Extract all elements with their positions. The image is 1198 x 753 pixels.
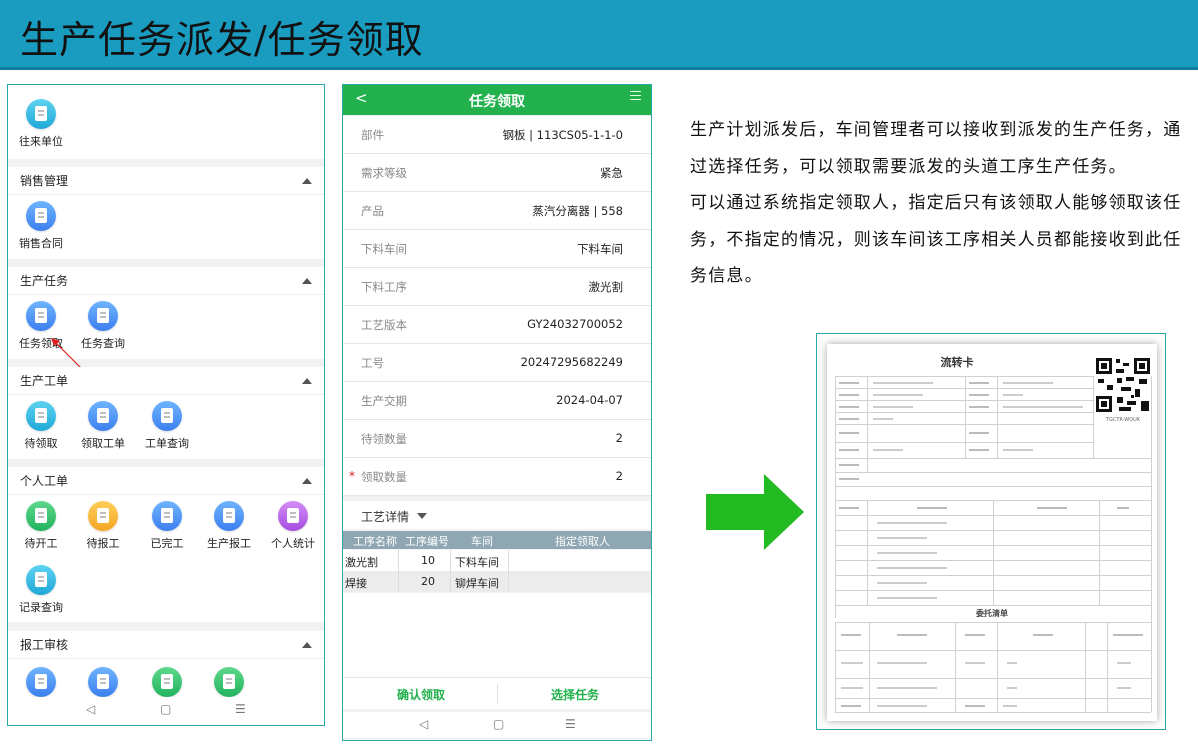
process-table-header: 工序名称 工序编号 车间 指定领取人 [343,531,651,549]
section-title[interactable]: 报工审核 [8,631,324,659]
nav-back-icon[interactable]: ◁ [86,702,95,716]
description-paragraph-2: 可以通过系统指定领取人，指定后只有该领取人能够领取该任务，不指定的情况，则该车间… [690,193,1182,286]
qr-caption: TGCTR-WOUK [1105,417,1141,423]
menu-item-completed[interactable]: 已完工 [136,501,198,551]
task-search-icon [88,301,118,331]
section-work-order: 生产工单 待领取 领取工单 工单查询 [8,367,324,459]
field-priority: 需求等级 紧急 [343,154,651,192]
field-due-date: 生产交期 2024-04-07 [343,382,651,420]
menu-item-review-1[interactable] [10,667,72,697]
section-title[interactable]: 个人工单 [8,467,324,495]
field-product: 产品 蒸汽分离器 | 558 [343,192,651,230]
transfer-card: 流转卡 TGCTR-WOUK 委托清单 [827,344,1157,721]
collapse-arrow-icon[interactable] [302,178,312,184]
field-workshop: 下料车间 下料车间 [343,230,651,268]
menu-phone-screen: 往来单位 销售管理 销售合同 生产任务 任务领取 任务查询 生产工单 待领取 领… [7,84,325,726]
select-task-button[interactable]: 选择任务 [551,686,599,703]
section-title[interactable]: 生产任务 [8,267,324,295]
section-personal-order: 个人工单 待开工 待报工 已完工 生产报工 个人统计 记录查询 [8,467,324,622]
header-banner: 生产任务派发/任务领取 [0,0,1198,70]
top-section: 往来单位 [8,85,324,159]
nav-menu-icon[interactable]: ☰ [235,702,246,716]
page-title: 生产任务派发/任务领取 [20,18,424,62]
screen-title: 任务领取 [469,94,525,110]
section-production-task: 生产任务 任务领取 任务查询 [8,267,324,382]
section-title[interactable]: 销售管理 [8,167,324,195]
confirm-receive-button[interactable]: 确认领取 [397,686,445,703]
system-nav-bar: ◁ ▢ ☰ [343,712,651,738]
menu-item-to-start[interactable]: 待开工 [10,501,72,551]
field-craft-version: 工艺版本 GY24032700052 [343,306,651,344]
task-done-icon [152,501,182,531]
nav-home-icon[interactable]: ▢ [160,702,171,716]
font-icon [26,667,56,697]
menu-item-production-report[interactable]: 生产报工 [198,501,260,551]
image-doc-icon [152,667,182,697]
section-sales: 销售管理 销售合同 [8,167,324,259]
collapse-arrow-icon[interactable] [302,642,312,648]
task-receive-screen: < 任务领取 部件 钢板 | 113CS05-1-1-0 需求等级 紧急 产品 蒸汽分… [342,84,652,741]
menu-item-to-report[interactable]: 待报工 [72,501,134,551]
menu-item-personal-stats[interactable]: 个人统计 [262,501,324,551]
field-pending-qty: 待领数量 2 [343,420,651,458]
system-nav-bar: ◁ ▢ ☰ [8,697,324,723]
dropdown-arrow-icon[interactable] [417,513,427,519]
nav-back-icon[interactable]: ◁ [419,717,428,731]
description-text: 生产计划派发后，车间管理者可以接收到派发的生产任务，通过选择任务，可以领取需要派… [690,112,1185,295]
field-part: 部件 钢板 | 113CS05-1-1-0 [343,116,651,154]
doc-record-icon [26,565,56,595]
doc-review-icon [88,667,118,697]
nav-menu-icon[interactable]: ☰ [565,717,576,731]
collapse-arrow-icon[interactable] [302,478,312,484]
clipboard-icon [214,501,244,531]
card-section-title: 委托清单 [976,609,1008,618]
nav-home-icon[interactable]: ▢ [493,717,504,731]
description-paragraph-1: 生产计划派发后，车间管理者可以接收到派发的生产任务，通过选择任务，可以领取需要派… [690,120,1182,177]
app-header: < 任务领取 [343,85,651,115]
transfer-card-frame: 流转卡 TGCTR-WOUK 委托清单 [816,333,1166,730]
menu-item-review-4[interactable] [198,667,260,697]
table-row[interactable]: 焊接 20 铆焊车间 [343,571,651,592]
task-search-icon [152,401,182,431]
card-title: 流转卡 [940,356,974,369]
doc-start-icon [26,501,56,531]
doc-stats-icon [278,501,308,531]
menu-item-sales-contract[interactable]: 销售合同 [10,201,72,251]
doc-report-icon [88,501,118,531]
right-arrow-icon [706,474,804,550]
field-receive-qty[interactable]: * 领取数量 2 [343,458,651,496]
menu-item-contacts[interactable]: 往来单位 [10,99,72,149]
menu-icon[interactable] [630,91,641,92]
menu-item-receive-order[interactable]: 领取工单 [72,401,134,451]
menu-item-pending-receive[interactable]: 待领取 [10,401,72,451]
doc-pending-icon [26,401,56,431]
field-process: 下料工序 激光割 [343,268,651,306]
qr-code-icon [1095,357,1151,413]
clipboard-icon [88,401,118,431]
collapse-arrow-icon[interactable] [302,278,312,284]
section-title[interactable]: 生产工单 [8,367,324,395]
list-icon [214,667,244,697]
menu-item-record-query[interactable]: 记录查询 [10,565,72,615]
cart-icon [26,201,56,231]
collapse-arrow-icon[interactable] [302,378,312,384]
table-row[interactable]: 激光割 10 下料车间 [343,550,651,571]
clipboard-icon [26,301,56,331]
menu-item-order-query[interactable]: 工单查询 [136,401,198,451]
receive-qty-input[interactable]: 2 [616,469,623,483]
menu-item-review-3[interactable] [136,667,198,697]
contacts-icon [26,99,56,129]
process-detail-toggle[interactable]: 工艺详情 [343,501,651,529]
empty-area [343,593,651,677]
required-marker: * [349,469,355,483]
field-work-number: 工号 20247295682249 [343,344,651,382]
action-bar: 确认领取 选择任务 [343,677,651,709]
menu-item-review-2[interactable] [72,667,134,697]
